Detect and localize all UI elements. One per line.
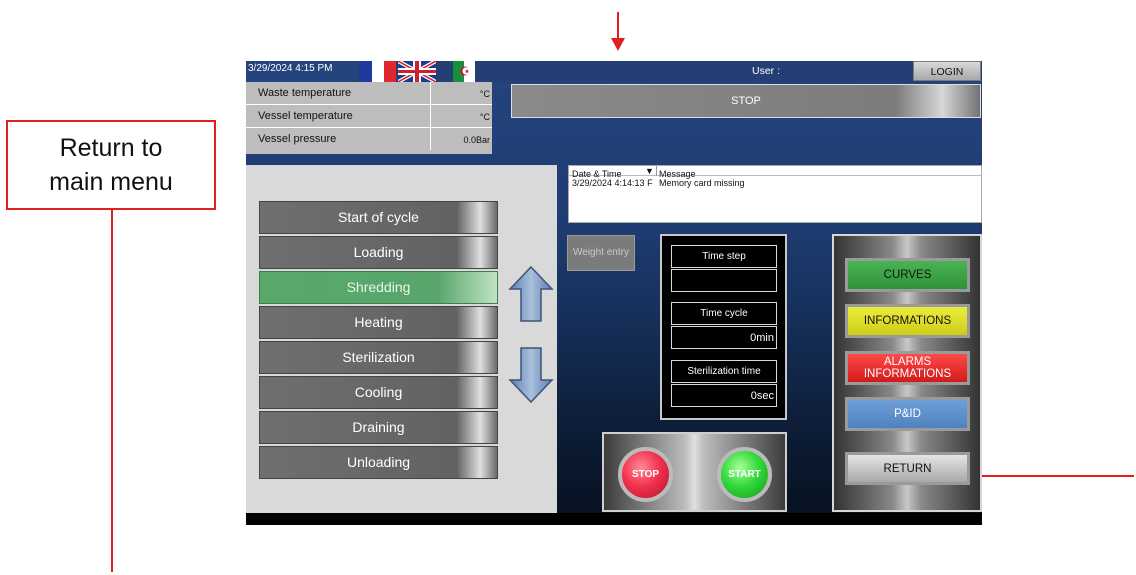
informations-button[interactable]: INFORMATIONS: [845, 304, 970, 338]
alarms-informations-button[interactable]: ALARMS INFORMATIONS: [845, 351, 970, 385]
reading-value: 0.0Bar: [430, 128, 492, 150]
time-step-value: [671, 269, 777, 292]
step-start-of-cycle[interactable]: Start of cycle: [259, 201, 498, 234]
arrow-up-icon[interactable]: [508, 265, 554, 323]
readings-panel: Waste temperature °C Vessel temperature …: [246, 82, 492, 154]
flag-uk-icon[interactable]: [398, 61, 436, 82]
reading-label: Vessel temperature: [258, 110, 353, 122]
message-text: Memory card missing: [659, 178, 745, 188]
login-button[interactable]: LOGIN: [913, 61, 981, 81]
stop-start-panel: STOP START: [602, 432, 787, 512]
step-loading[interactable]: Loading: [259, 236, 498, 269]
time-cycle-label: Time cycle: [671, 302, 777, 325]
flag-fr-icon[interactable]: [360, 61, 396, 82]
pid-button[interactable]: P&ID: [845, 397, 970, 431]
machine-status-banner: STOP: [511, 84, 981, 118]
table-header: Date & Time ▼ Message: [569, 166, 982, 179]
arrow-down-icon[interactable]: [508, 346, 554, 404]
return-button[interactable]: RETURN: [845, 452, 970, 485]
column-divider: [656, 166, 657, 176]
reading-label: Waste temperature: [258, 87, 352, 99]
reading-value: °C: [430, 105, 492, 127]
sterilization-time-value: 0sec: [671, 384, 777, 407]
timers-panel: Time step Time cycle 0min Sterilization …: [660, 234, 787, 420]
flag-dz-icon[interactable]: [453, 61, 475, 82]
curves-button[interactable]: CURVES: [845, 258, 970, 292]
reading-row: Vessel temperature °C: [246, 105, 492, 128]
weight-entry-button[interactable]: Weight entry: [567, 235, 635, 271]
step-draining[interactable]: Draining: [259, 411, 498, 444]
step-heating[interactable]: Heating: [259, 306, 498, 339]
message-datetime: 3/29/2024 4:14:13 F: [572, 178, 653, 188]
annotation-callout: Return to main menu: [6, 120, 216, 210]
reading-row: Vessel pressure 0.0Bar: [246, 128, 492, 151]
start-button[interactable]: START: [717, 447, 772, 502]
reading-row: Waste temperature °C: [246, 82, 492, 105]
step-shredding[interactable]: Shredding: [259, 271, 498, 304]
time-cycle-value: 0min: [671, 326, 777, 349]
hmi-screen: 3/29/2024 4:15 PM User : LOGIN Waste tem…: [246, 61, 982, 525]
stop-button[interactable]: STOP: [618, 447, 673, 502]
top-arrow-head: [611, 38, 625, 51]
reading-label: Vessel pressure: [258, 133, 337, 145]
alarm-message-table[interactable]: Date & Time ▼ Message 3/29/2024 4:14:13 …: [568, 165, 982, 223]
cycle-steps-panel: Start of cycle Loading Shredding Heating…: [246, 165, 557, 513]
time-step-label: Time step: [671, 245, 777, 268]
datetime-display: 3/29/2024 4:15 PM: [246, 61, 358, 82]
sterilization-time-label: Sterilization time: [671, 360, 777, 383]
reading-value: °C: [430, 82, 492, 104]
table-row[interactable]: 3/29/2024 4:14:13 F Memory card missing: [569, 178, 982, 190]
menu-panel: CURVES INFORMATIONS ALARMS INFORMATIONS …: [832, 234, 982, 512]
step-unloading[interactable]: Unloading: [259, 446, 498, 479]
user-label: User :: [751, 65, 780, 77]
step-sterilization[interactable]: Sterilization: [259, 341, 498, 374]
step-cooling[interactable]: Cooling: [259, 376, 498, 409]
sort-down-icon[interactable]: ▼: [645, 166, 654, 176]
bottom-strip: [246, 513, 982, 525]
